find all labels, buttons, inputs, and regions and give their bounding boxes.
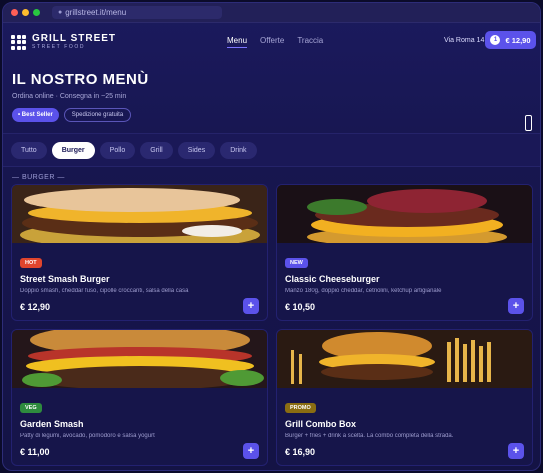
- product-grid: HOT Street Smash Burger Doppio smash, ch…: [11, 184, 533, 466]
- best-seller-badge[interactable]: • Best Seller: [12, 108, 59, 122]
- main-nav: Menu Offerte Traccia: [227, 36, 323, 48]
- product-price: € 10,50: [285, 302, 316, 312]
- add-to-cart-button[interactable]: +: [243, 443, 259, 459]
- lock-icon: ●: [58, 9, 63, 16]
- cart-total: € 12,90: [505, 35, 531, 45]
- new-tag: NEW: [285, 258, 308, 268]
- tab-burger[interactable]: Burger: [51, 141, 95, 159]
- product-card[interactable]: VEG Garden Smash Patty di legumi, avocad…: [11, 329, 268, 466]
- product-price: € 16,90: [285, 447, 316, 457]
- product-description: Manzo 180g, doppio cheddar, cetriolini, …: [285, 288, 442, 294]
- nav-menu[interactable]: Menu: [227, 36, 248, 48]
- burger-photo: [12, 185, 267, 243]
- brand[interactable]: GRILL STREET STREET FOOD: [32, 32, 117, 51]
- product-name: Street Smash Burger: [20, 274, 110, 284]
- product-price: € 11,00: [20, 447, 50, 457]
- combo-photo: [277, 330, 532, 388]
- nav-traccia[interactable]: Traccia: [297, 36, 323, 48]
- product-name: Grill Combo Box: [285, 419, 357, 429]
- product-price: € 12,90: [20, 302, 51, 312]
- browser-chrome: ● grillstreet.it/menu: [3, 3, 540, 23]
- tab-pollo[interactable]: Pollo: [99, 141, 136, 159]
- promo-tag: PROMO: [285, 403, 316, 413]
- page-subtitle: Ordina online · Consegna in ~25 min: [12, 93, 127, 100]
- section-label: — BURGER —: [12, 174, 65, 181]
- hero-badges: • Best Seller Spedizione gratuita: [12, 108, 531, 122]
- free-shipping-badge[interactable]: Spedizione gratuita: [63, 108, 132, 122]
- cart-count-badge: 1: [490, 35, 501, 45]
- tab-grill[interactable]: Grill: [140, 141, 173, 159]
- category-tabs: Tutto Burger Pollo Grill Sides Drink: [3, 133, 540, 167]
- close-window-button[interactable]: [11, 9, 18, 16]
- site-header: GRILL STREET STREET FOOD Menu Offerte Tr…: [3, 23, 540, 61]
- burger-photo: [277, 185, 532, 243]
- add-to-cart-button[interactable]: +: [243, 298, 259, 314]
- cursor-icon: [525, 115, 532, 131]
- product-description: Doppio smash, cheddar fuso, cipolle croc…: [20, 288, 189, 294]
- burger-photo: [12, 330, 267, 388]
- minimize-window-button[interactable]: [22, 9, 29, 16]
- logo-grid-icon[interactable]: [11, 34, 26, 50]
- product-card[interactable]: PROMO Grill Combo Box Burger + fries + d…: [276, 329, 533, 466]
- maximize-window-button[interactable]: [33, 9, 40, 16]
- hero: IL NOSTRO MENÙ Ordina online · Consegna …: [3, 61, 540, 131]
- product-card[interactable]: NEW Classic Cheeseburger Manzo 180g, dop…: [276, 184, 533, 321]
- add-to-cart-button[interactable]: +: [508, 443, 524, 459]
- delivery-location[interactable]: Via Roma 14: [444, 37, 484, 44]
- tab-tutto[interactable]: Tutto: [11, 141, 47, 159]
- add-to-cart-button[interactable]: +: [508, 298, 524, 314]
- product-description: Burger + fries + drink a scelta. La comb…: [285, 433, 454, 439]
- tab-drink[interactable]: Drink: [220, 141, 257, 159]
- browser-window: ● grillstreet.it/menu GRILL STREET STREE…: [2, 2, 541, 471]
- brand-name: GRILL STREET: [32, 32, 117, 44]
- hot-tag: HOT: [20, 258, 42, 268]
- tab-sides[interactable]: Sides: [177, 141, 216, 159]
- cart-button[interactable]: 1 € 12,90: [485, 31, 536, 49]
- product-description: Patty di legumi, avocado, pomodoro e sal…: [20, 433, 155, 439]
- address-bar[interactable]: ● grillstreet.it/menu: [52, 6, 222, 19]
- brand-tagline: STREET FOOD: [32, 43, 86, 50]
- product-name: Classic Cheeseburger: [285, 274, 380, 284]
- veg-tag: VEG: [20, 403, 42, 413]
- page-title: IL NOSTRO MENÙ: [12, 71, 149, 88]
- product-card[interactable]: HOT Street Smash Burger Doppio smash, ch…: [11, 184, 268, 321]
- nav-offerte[interactable]: Offerte: [260, 36, 284, 48]
- product-name: Garden Smash: [20, 419, 84, 429]
- url-text: grillstreet.it/menu: [65, 8, 127, 17]
